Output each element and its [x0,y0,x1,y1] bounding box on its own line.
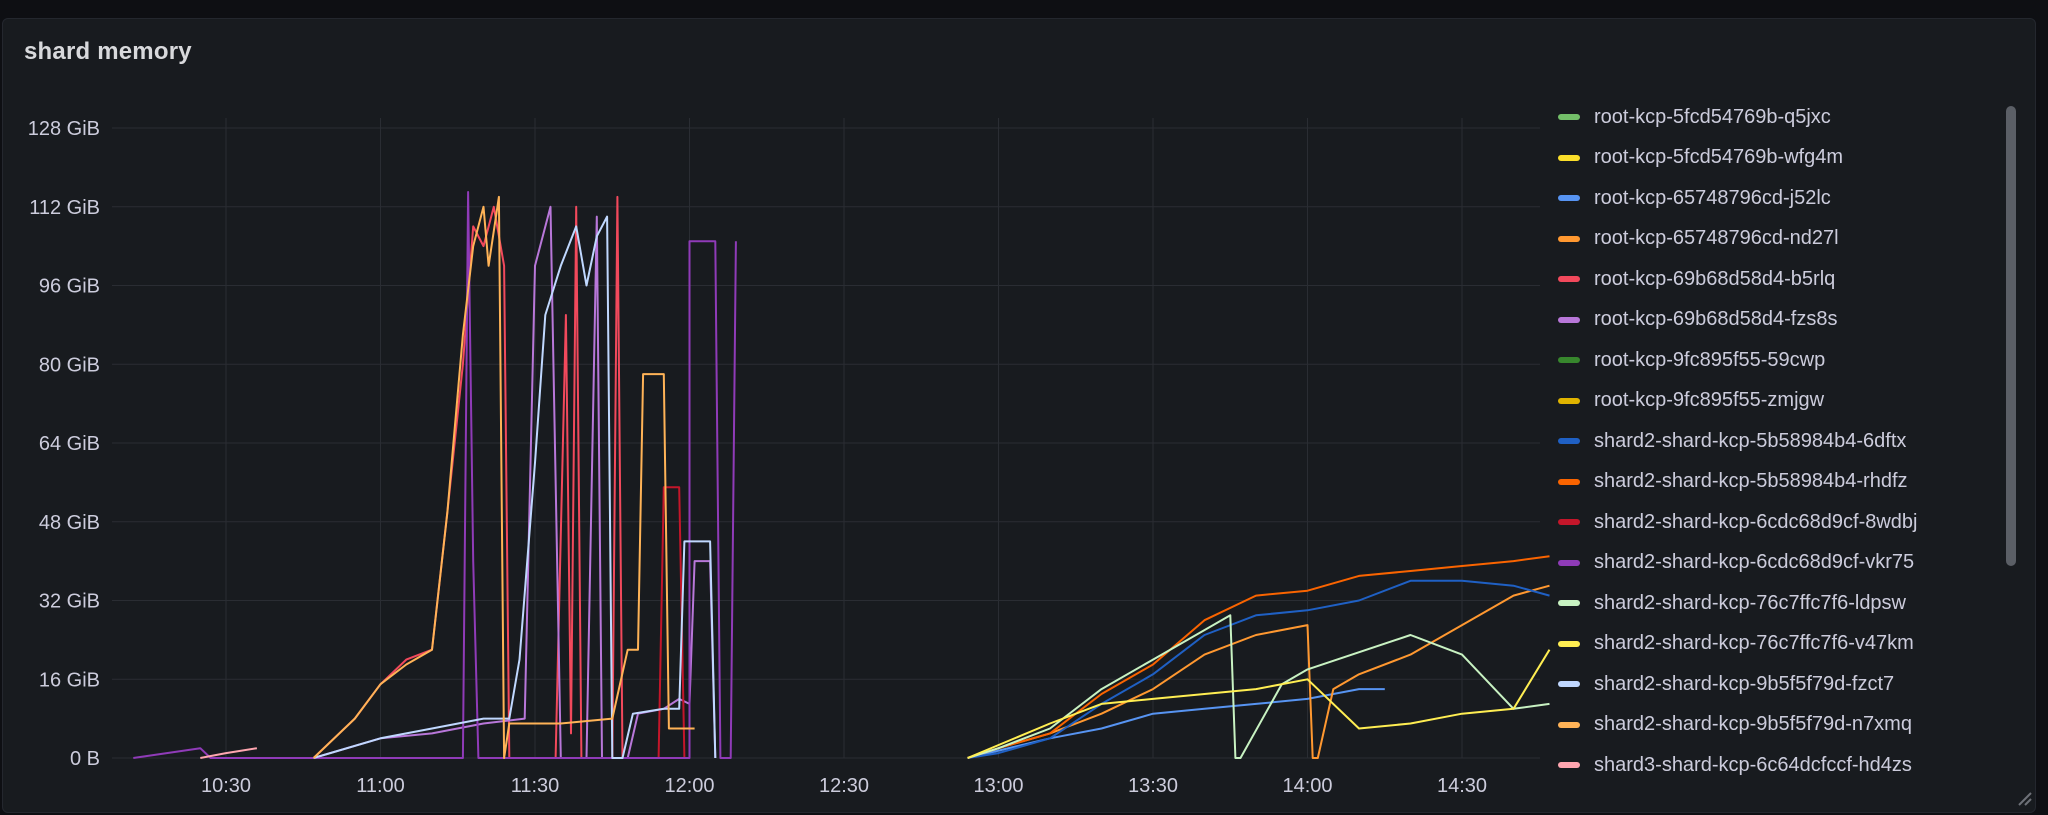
legend-item[interactable]: shard2-shard-kcp-6cdc68d9cf-8wdbj [1558,507,1918,537]
legend-label: root-kcp-5fcd54769b-wfg4m [1594,146,1844,168]
legend-swatch [1558,600,1580,606]
legend-label: shard2-shard-kcp-6cdc68d9cf-vkr75 [1594,551,1915,573]
legend-scrollbar[interactable] [2006,106,2016,566]
legend-swatch [1558,438,1580,444]
y-tick-label: 64 GiB [39,433,100,455]
legend-label: shard2-shard-kcp-76c7ffc7f6-ldpsw [1594,591,1907,614]
legend: root-kcp-5fcd54769b-q5jxc root-kcp-5fcd54… [1558,108,1998,798]
legend-label: root-kcp-5fcd54769b-q5jxc [1594,108,1831,128]
resize-corner-icon[interactable] [2014,788,2032,806]
legend-label: shard3-shard-kcp-6c64dcfccf-hd4zs [1594,753,1912,776]
legend-swatch [1558,154,1580,161]
legend-label: root-kcp-9fc895f55-zmjgw [1594,389,1825,411]
legend-label: root-kcp-69b68d58d4-b5rlq [1594,267,1836,290]
legend-item[interactable]: shard3-shard-kcp-6c64dcfccf-hd4zs [1558,750,1912,780]
y-tick-label: 32 GiB [39,591,100,613]
legend-item[interactable]: root-kcp-5fcd54769b-q5jxc [1558,108,1831,132]
legend-item[interactable]: shard2-shard-kcp-5b58984b4-6dftx [1558,426,1906,456]
y-axis-ticks: 0 B 16 GiB 32 GiB 48 GiB 64 GiB 80 GiB 96 GiB 1… [28,118,100,770]
legend-label: root-kcp-9fc895f55-59cwp [1594,348,1826,371]
chart-grid [112,118,1540,759]
x-tick-label: 12:30 [819,775,869,797]
series-line-10 [657,486,686,759]
x-tick-label: 14:00 [1282,775,1332,797]
legend-label: shard2-shard-kcp-9b5f5f79d-fzct7 [1594,672,1895,695]
legend-item[interactable]: root-kcp-69b68d58d4-fzs8s [1558,305,1837,335]
legend-label: shard2-shard-kcp-6cdc68d9cf-8wdbj [1594,510,1918,533]
legend-swatch [1558,559,1580,566]
x-tick-label: 14:30 [1437,775,1487,797]
y-tick-label: 128 GiB [28,118,100,140]
y-tick-label: 48 GiB [39,512,100,534]
legend-label: shard2-shard-kcp-9b5f5f79d-n7xmq [1594,713,1912,735]
series-line-2 [967,688,1385,759]
legend-swatch [1558,478,1580,485]
x-tick-label: 11:30 [511,775,560,797]
x-axis-ticks: 10:30 11:00 11:30 12:00 12:30 13:00 13:30 14:00… [201,775,1487,797]
x-tick-label: 13:30 [1128,775,1178,797]
y-tick-label: 112 GiB [29,197,100,219]
y-tick-label: 96 GiB [39,276,100,298]
legend-item[interactable]: root-kcp-5fcd54769b-wfg4m [1558,143,1843,173]
legend-swatch [1558,276,1580,282]
series-line-16 [200,747,258,759]
legend-label: shard2-shard-kcp-5b58984b4-6dftx [1594,429,1907,452]
legend-item[interactable]: shard2-shard-kcp-76c7ffc7f6-v47km [1558,629,1914,659]
legend-label: root-kcp-69b68d58d4-fzs8s [1594,308,1838,330]
legend-item[interactable]: shard2-shard-kcp-9b5f5f79d-fzct7 [1558,669,1894,699]
legend-swatch [1558,316,1580,323]
y-tick-label: 0 B [70,748,100,770]
legend-item[interactable]: root-kcp-65748796cd-nd27l [1558,224,1839,254]
legend-item[interactable]: shard2-shard-kcp-5b58984b4-rhdfz [1558,467,1908,497]
x-tick-label: 10:30 [201,775,251,797]
legend-item[interactable]: shard2-shard-kcp-6cdc68d9cf-vkr75 [1558,548,1914,578]
legend-item[interactable]: root-kcp-9fc895f55-59cwp [1558,345,1825,375]
y-tick-label: 80 GiB [39,354,100,376]
legend-swatch [1558,114,1580,120]
x-tick-label: 12:00 [664,775,714,797]
legend-swatch [1558,762,1580,768]
series-line-5 [313,205,717,759]
chart-series [133,191,1551,759]
legend-label: shard2-shard-kcp-76c7ffc7f6-v47km [1594,632,1914,654]
legend-swatch [1558,519,1580,525]
legend-label: root-kcp-65748796cd-j52lc [1594,186,1831,209]
legend-item[interactable]: root-kcp-65748796cd-j52lc [1558,183,1831,213]
legend-item[interactable]: root-kcp-9fc895f55-zmjgw [1558,386,1824,416]
series-line-11 [133,191,737,759]
legend-label: root-kcp-65748796cd-nd27l [1594,227,1839,249]
legend-swatch [1558,640,1580,647]
legend-swatch [1558,357,1580,363]
legend-item[interactable]: shard2-shard-kcp-76c7ffc7f6-ldpsw [1558,588,1906,618]
legend-label: shard2-shard-kcp-5b58984b4-rhdfz [1594,470,1908,492]
y-tick-label: 16 GiB [39,669,100,691]
legend-item[interactable]: root-kcp-69b68d58d4-b5rlq [1558,264,1835,294]
x-tick-label: 13:00 [973,775,1023,797]
legend-swatch [1558,235,1580,242]
legend-swatch [1558,721,1580,728]
legend-swatch [1558,195,1580,201]
legend-item[interactable]: shard2-shard-kcp-9b5f5f79d-n7xmq [1558,710,1912,740]
legend-swatch [1558,397,1580,404]
series-line-14 [313,215,717,759]
x-tick-label: 11:00 [356,775,405,797]
legend-swatch [1558,681,1580,687]
